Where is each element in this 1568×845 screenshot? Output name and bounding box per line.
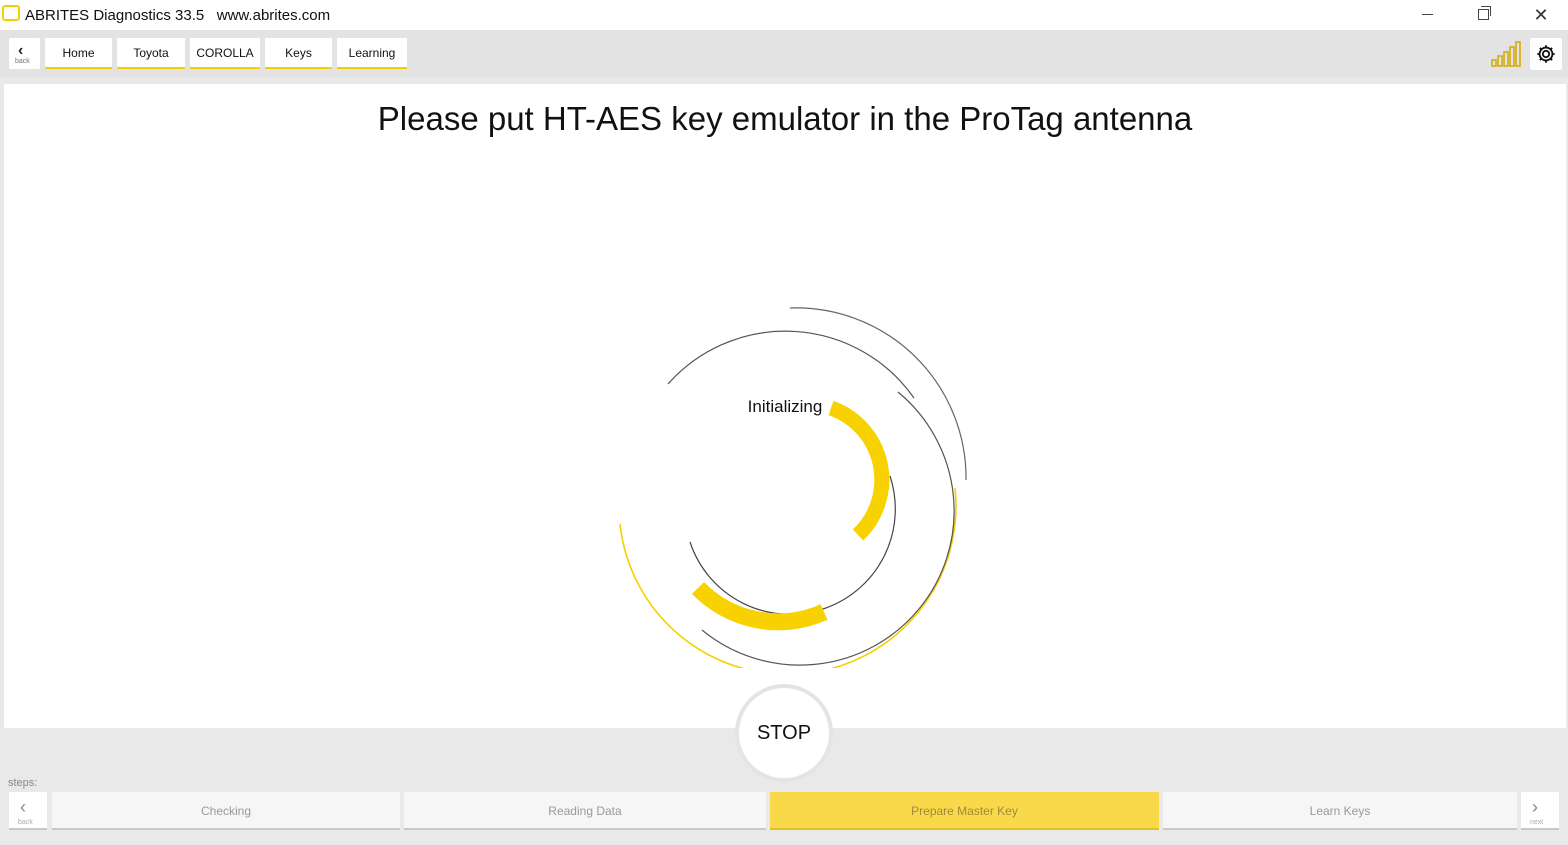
- spinner-middle-arc-2: [701, 391, 955, 666]
- step-prepare-master-key[interactable]: Prepare Master Key: [770, 792, 1159, 830]
- breadcrumb-toolbar: ‹ back Home Toyota COROLLA Keys Learning: [0, 30, 1568, 78]
- gear-icon: [1537, 45, 1555, 63]
- status-text: Initializing: [747, 397, 823, 416]
- abrites-logo-icon: [2, 5, 20, 21]
- steps-back-button[interactable]: ‹ back: [9, 792, 47, 830]
- breadcrumb-corolla[interactable]: COROLLA: [190, 38, 260, 69]
- breadcrumb-keys[interactable]: Keys: [265, 38, 332, 69]
- spinner-yellow-arc: [619, 487, 957, 668]
- loading-spinner: [619, 307, 967, 668]
- step-reading-data[interactable]: Reading Data: [404, 792, 766, 830]
- step-checking[interactable]: Checking: [52, 792, 400, 830]
- title-bar: ABRITES Diagnostics 33.5 www.abrites.com…: [0, 0, 1568, 30]
- spinner-thick-arc-2: [691, 581, 828, 631]
- settings-button[interactable]: [1530, 38, 1562, 70]
- instruction-text: Please put HT-AES key emulator in the Pr…: [377, 100, 1193, 137]
- steps-back-label: back: [18, 819, 33, 826]
- spinner-thick-arc-1: [828, 400, 890, 541]
- main-panel: Please put HT-AES key emulator in the Pr…: [4, 84, 1566, 728]
- restore-button[interactable]: [1460, 0, 1506, 30]
- stop-button[interactable]: STOP: [735, 684, 833, 782]
- spinner-inner-arc: [689, 475, 896, 615]
- breadcrumb-learning[interactable]: Learning: [337, 38, 407, 69]
- restore-icon: [1477, 6, 1491, 21]
- minimize-button[interactable]: [1404, 0, 1450, 30]
- close-button[interactable]: ✕: [1518, 0, 1564, 30]
- breadcrumb-toyota[interactable]: Toyota: [117, 38, 185, 69]
- chevron-left-icon: ‹: [20, 797, 26, 817]
- app-title: ABRITES Diagnostics 33.5 www.abrites.com: [25, 7, 331, 24]
- back-label: back: [15, 58, 30, 65]
- chevron-right-icon: ›: [1532, 797, 1538, 817]
- steps-label: steps:: [8, 777, 38, 789]
- step-learn-keys[interactable]: Learn Keys: [1163, 792, 1517, 830]
- minimize-icon: [1421, 14, 1433, 16]
- chevron-left-icon: ‹: [18, 42, 24, 59]
- breadcrumb-home[interactable]: Home: [45, 38, 112, 69]
- signal-strength-icon: [1491, 41, 1521, 67]
- back-button[interactable]: ‹ back: [9, 38, 40, 69]
- spinner-middle-arc: [667, 330, 915, 399]
- steps-next-button[interactable]: › next: [1521, 792, 1559, 830]
- steps-next-label: next: [1530, 819, 1544, 826]
- close-icon: ✕: [1533, 5, 1549, 25]
